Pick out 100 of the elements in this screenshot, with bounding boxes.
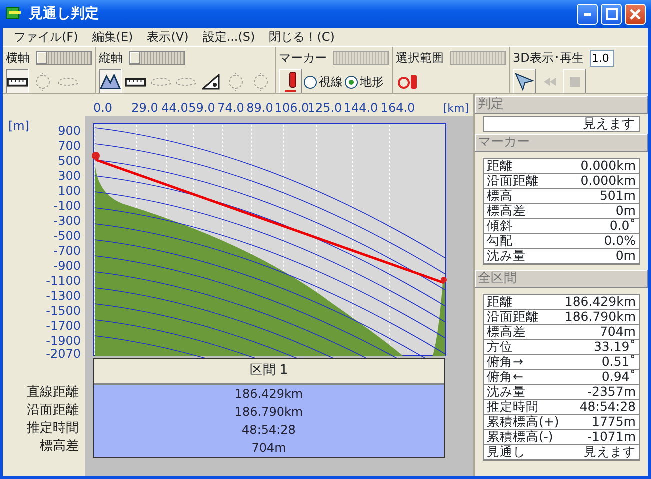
field-label: 俯角→ [487, 355, 524, 369]
field-value: 0.000km [580, 159, 636, 173]
ruler-icon [125, 78, 146, 86]
x-axis-label: 44.0 [162, 101, 188, 115]
y-axis-label: -1300 [46, 289, 81, 303]
y-axis-label: -700 [54, 244, 81, 258]
field-value: 0m [616, 204, 636, 218]
minimize-icon [584, 12, 591, 16]
range-marker-icon [398, 74, 418, 90]
section-header: 全区間 [475, 270, 648, 288]
group-label: 横軸 [6, 50, 30, 67]
x-axis-unit: [km] [443, 102, 469, 115]
field-label: 勾配 [487, 234, 513, 248]
field-label: 標高差 [487, 204, 526, 218]
field-value: 0.0% [604, 234, 636, 248]
field-label: 見通し [487, 445, 526, 459]
field-label: 俯角← [487, 370, 524, 384]
field-label: 標高 [487, 189, 513, 203]
result-field: 見えます [483, 116, 640, 132]
x-axis-label: 106.0 [274, 101, 310, 115]
field-value: 0.94˚ [602, 370, 636, 384]
y-axis-label: 500 [58, 154, 81, 168]
stop-icon [570, 77, 580, 87]
section-header: 判定 [475, 96, 648, 114]
window-title: 見通し判定 [29, 4, 100, 24]
y-axis-label: -1100 [46, 274, 81, 288]
table-cell: 186.429km [94, 385, 444, 403]
field-label: 直線距離 [27, 384, 79, 402]
field-value: -2357m [588, 385, 636, 399]
y-axis-label: -2070 [46, 347, 81, 358]
y-axis-label: -300 [54, 214, 81, 228]
table-cell: 48:54:28 [94, 421, 444, 439]
dotted-circle-icon [34, 73, 50, 91]
x-axis-label: 89.0 [246, 101, 274, 115]
field-label: 累積標高(-) [487, 430, 554, 444]
field-value: 0.51˚ [602, 355, 636, 369]
menu-item[interactable]: 表示(V) [140, 28, 196, 46]
dotted-cloud-icon [58, 78, 78, 86]
field-value: 0.000km [580, 174, 636, 188]
menu-item[interactable]: 設定...(S) [196, 28, 262, 46]
field-label: 距離 [487, 159, 513, 173]
menu-item[interactable]: 編集(E) [85, 28, 140, 46]
y-axis-label: 100 [58, 184, 81, 198]
marker-pen-icon [284, 72, 296, 92]
toolbar-button[interactable] [6, 69, 29, 93]
field-value: 0m [616, 249, 636, 263]
field-value: 186.790km [564, 310, 636, 324]
maximize-button[interactable] [601, 4, 622, 24]
slider[interactable] [36, 51, 92, 65]
toolbar-button[interactable] [99, 69, 122, 93]
field-value: 見えます [584, 445, 636, 459]
group-label: 縦軸 [99, 50, 123, 67]
table-cell: 704m [94, 439, 444, 457]
field-label: 沈み量 [487, 249, 526, 263]
field-value: 48:54:28 [580, 400, 636, 414]
slider-thumb[interactable] [37, 52, 47, 64]
y-axis-unit: [m] [8, 119, 30, 133]
value-field[interactable]: 1.0 [590, 50, 614, 66]
minimize-button[interactable] [577, 4, 598, 24]
y-axis-label: 700 [58, 139, 81, 153]
x-axis-label: 74.0 [218, 101, 244, 115]
section-header: マーカー [475, 134, 648, 152]
close-icon [630, 8, 641, 20]
field-label: 沿面距離 [487, 310, 539, 324]
dotted-circle-icon [252, 73, 268, 91]
x-axis-label: 144.0 [344, 101, 378, 115]
group-label: 3D表示･再生 [513, 50, 584, 67]
dotted-circle-icon [228, 73, 244, 91]
y-axis-label: -100 [54, 199, 81, 213]
slider-thumb[interactable] [130, 52, 140, 64]
field-value: 186.429km [564, 295, 636, 309]
y-axis-label: -1700 [46, 319, 81, 333]
section-header: 区間 1 [94, 359, 444, 385]
x-axis-label: 59.0 [188, 101, 216, 115]
mountain-icon [100, 74, 121, 90]
x-axis-label: 164.0 [380, 101, 416, 115]
field-label: 沿面距離 [27, 402, 79, 420]
y-axis-label: 900 [58, 124, 81, 138]
close-button[interactable] [625, 4, 646, 24]
group-label: 選択範囲 [396, 50, 444, 67]
menu-item[interactable]: ファイル(F) [7, 28, 86, 46]
x-axis-label: 0.0 [93, 101, 113, 115]
dotted-cloud-icon [176, 78, 196, 86]
slope-icon [202, 74, 220, 90]
field-value: 501m [600, 189, 636, 203]
menu-item[interactable]: 閉じる！(C) [262, 28, 342, 46]
field-label: 方位 [487, 340, 513, 354]
slider[interactable] [129, 51, 185, 65]
field-label: 累積標高(+) [487, 415, 560, 429]
field-label: 標高差 [40, 438, 79, 456]
field-label: 沿面距離 [487, 174, 539, 188]
radio-button[interactable] [345, 76, 358, 88]
field-value: -1071m [588, 430, 636, 444]
field-label: 標高差 [487, 325, 526, 339]
field-value: 704m [600, 325, 636, 339]
y-axis-label: 300 [58, 169, 81, 183]
radio-button[interactable] [304, 76, 317, 88]
ruler-icon [7, 78, 28, 86]
field-label: 推定時間 [27, 420, 79, 438]
field-label: 推定時間 [487, 400, 539, 414]
